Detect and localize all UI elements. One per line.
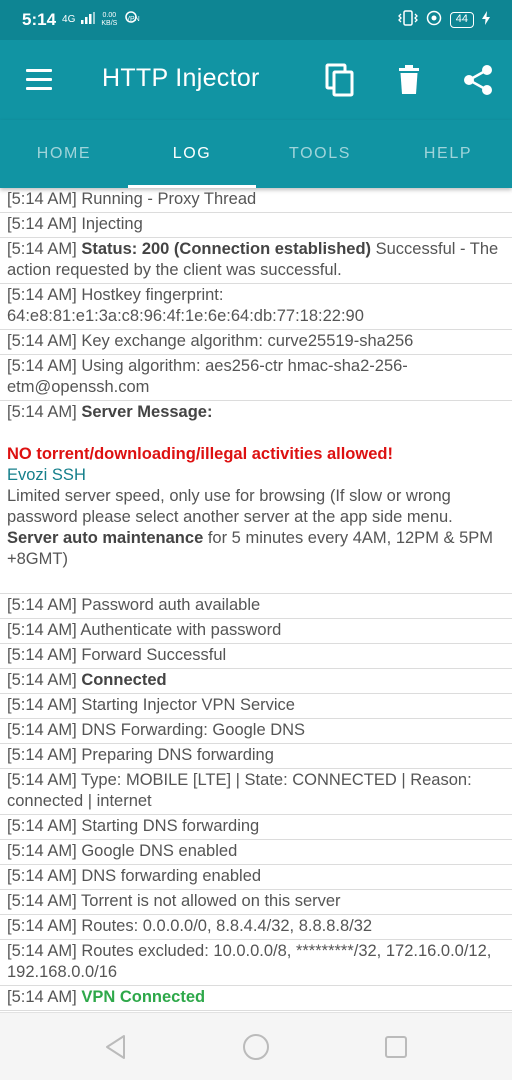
log-timestamp: [5:14 AM] [7,671,77,689]
log-entry-server-message: [5:14 AM] Server Message: NO torrent/dow… [0,401,512,594]
signal-indicator: 4G [62,14,76,25]
log-timestamp: [5:14 AM] [7,215,77,233]
log-text: Starting Injector VPN Service [81,696,295,714]
log-entry: [5:14 AM] Forward Successful [0,644,512,669]
log-timestamp: [5:14 AM] [7,357,77,375]
log-text: Google DNS enabled [81,842,238,860]
log-timestamp: [5:14 AM] [7,988,77,1006]
log-connected: Connected [81,671,167,689]
log-entry: [5:14 AM] Hostkey fingerprint: 64:e8:81:… [0,284,512,330]
log-text: DNS Forwarding: Google DNS [81,721,306,739]
status-bar: 5:14 4G 0.00 KB/S VPN 44 [0,0,512,40]
app-bar: HTTP Injector [0,40,512,120]
charging-icon [482,11,490,28]
tab-home[interactable]: HOME [0,120,128,188]
log-text: Running - Proxy Thread [81,190,257,208]
tab-tools[interactable]: TOOLS [256,120,384,188]
log-text: Starting DNS forwarding [81,817,260,835]
log-entry: [5:14 AM] VPN Connected [0,986,512,1011]
trash-icon[interactable] [391,62,427,98]
tab-bar: HOME LOG TOOLS HELP [0,120,512,188]
net-speed-unit: KB/S [101,20,118,27]
log-timestamp: [5:14 AM] [7,721,77,739]
log-timestamp: [5:14 AM] [7,646,77,664]
vpn-label: VPN [125,16,140,23]
log-entry: [5:14 AM] Status: 200 (Connection establ… [0,238,512,284]
share-icon[interactable] [460,62,496,98]
log-timestamp: [5:14 AM] [7,817,77,835]
limited-speed-text: Limited server speed, only use for brows… [7,487,453,526]
log-text: Password auth available [81,596,261,614]
log-entry: [5:14 AM] Authenticate with password [0,619,512,644]
log-entry: [5:14 AM] Injecting [0,213,512,238]
home-circle-icon[interactable] [242,1033,270,1061]
log-entry: [5:14 AM] Type: MOBILE [LTE] | State: CO… [0,769,512,815]
copy-icon[interactable] [322,62,358,98]
log-entry: [5:14 AM] Starting DNS forwarding [0,815,512,840]
server-message-label: Server Message: [81,403,213,421]
log-status-bold: Status: 200 (Connection established) [81,240,372,258]
log-timestamp: [5:14 AM] [7,892,77,910]
log-entry: [5:14 AM] Routes excluded: 10.0.0.0/8, *… [0,940,512,986]
log-entry: [5:14 AM] Key exchange algorithm: curve2… [0,330,512,355]
net-speed-value: 0.00 [102,12,117,19]
navigation-bar [0,1012,512,1080]
log-vpn-connected: VPN Connected [81,988,206,1006]
log-timestamp: [5:14 AM] [7,286,77,304]
log-text: Injecting [81,215,143,233]
log-timestamp: [5:14 AM] [7,942,77,960]
tab-help[interactable]: HELP [384,120,512,188]
log-timestamp: [5:14 AM] [7,596,77,614]
log-entry: [5:14 AM] Preparing DNS forwarding [0,744,512,769]
tab-log[interactable]: LOG [128,120,256,188]
log-timestamp: [5:14 AM] [7,696,77,714]
battery-indicator: 44 [449,11,474,28]
recents-square-icon[interactable] [382,1033,410,1061]
log-timestamp: [5:14 AM] [7,867,77,885]
log-text: Preparing DNS forwarding [81,746,274,764]
warning-text: NO torrent/downloading/illegal activitie… [7,445,393,463]
log-entry: [5:14 AM] Connected [0,669,512,694]
log-entry: [5:14 AM] DNS forwarding enabled [0,865,512,890]
back-triangle-icon[interactable] [102,1033,130,1061]
log-timestamp: [5:14 AM] [7,771,77,789]
log-text: DNS forwarding enabled [81,867,262,885]
log-timestamp: [5:14 AM] [7,917,77,935]
log-entry: [5:14 AM] Torrent is not allowed on this… [0,890,512,915]
log-entry: [5:14 AM] DNS Forwarding: Google DNS [0,719,512,744]
log-timestamp: [5:14 AM] [7,746,77,764]
log-entry: [5:14 AM] Google DNS enabled [0,840,512,865]
log-list[interactable]: [5:14 AM] Running - Proxy Thread [5:14 A… [0,188,512,1012]
ssh-name: Evozi SSH [7,466,86,484]
log-text: Routes excluded: 10.0.0.0/8, *********/3… [7,942,492,981]
status-time: 5:14 [22,10,57,29]
vibrate-icon [397,10,418,29]
log-entry: [5:14 AM] Starting Injector VPN Service [0,694,512,719]
log-text: Forward Successful [81,646,227,664]
menu-icon[interactable] [24,66,54,94]
log-text: Torrent is not allowed on this server [81,892,341,910]
log-timestamp: [5:14 AM] [7,842,77,860]
log-text: Authenticate with password [80,621,282,639]
log-entry: [5:14 AM] Using algorithm: aes256-ctr hm… [0,355,512,401]
log-entry: [5:14 AM] Running - Proxy Thread [0,188,512,213]
log-entry: [5:14 AM] Password auth available [0,594,512,619]
signal-bars-icon [81,11,96,29]
log-entry: [5:14 AM] Routes: 0.0.0.0/0, 8.8.4.4/32,… [0,915,512,940]
log-timestamp: [5:14 AM] [7,621,77,639]
sync-icon [426,10,442,29]
log-text: Routes: 0.0.0.0/0, 8.8.4.4/32, 8.8.8.8/3… [81,917,373,935]
log-timestamp: [5:14 AM] [7,403,77,421]
log-timestamp: [5:14 AM] [7,240,77,258]
log-timestamp: [5:14 AM] [7,190,77,208]
maintenance-bold: Server auto maintenance [7,529,204,547]
log-text: Type: MOBILE [LTE] | State: CONNECTED | … [7,771,472,810]
log-text: Key exchange algorithm: curve25519-sha25… [81,332,414,350]
app-title: HTTP Injector [102,64,260,92]
net-speed: 0.00 KB/S [101,12,117,28]
log-timestamp: [5:14 AM] [7,332,77,350]
